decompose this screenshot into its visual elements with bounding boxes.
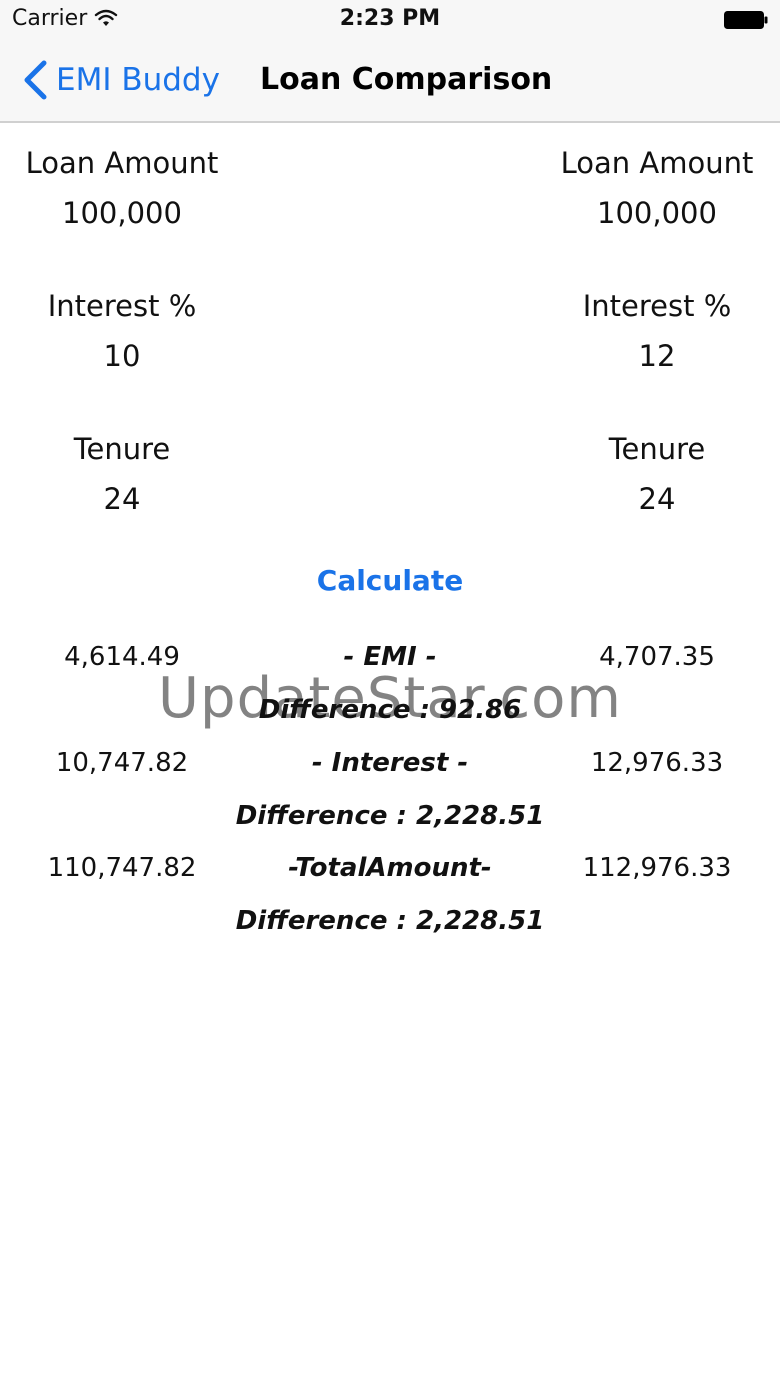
chevron-left-icon bbox=[24, 60, 47, 100]
clock: 2:23 PM bbox=[339, 6, 441, 31]
right-loan-amount-group: Loan Amount 100,000 bbox=[532, 146, 780, 230]
battery-icon bbox=[724, 11, 768, 29]
left-tenure-group: Tenure 24 bbox=[0, 432, 247, 516]
navigation-bar: EMI Buddy Loan Comparison bbox=[0, 40, 780, 123]
right-interest-value: 12,976.33 bbox=[590, 748, 724, 778]
left-interest-label: Interest % bbox=[47, 289, 197, 323]
status-bar: Carrier 2:23 PM bbox=[0, 0, 780, 40]
back-button[interactable]: EMI Buddy bbox=[22, 58, 220, 102]
right-interest-group: Interest % 12 bbox=[532, 289, 780, 373]
total-amount-label: -TotalAmount- bbox=[288, 853, 492, 883]
left-interest-field[interactable]: 10 bbox=[0, 339, 247, 373]
left-total-value: 110,747.82 bbox=[47, 853, 197, 883]
back-button-label: EMI Buddy bbox=[56, 62, 220, 98]
right-emi-value: 4,707.35 bbox=[599, 642, 715, 672]
interest-label: - Interest - bbox=[311, 748, 469, 778]
left-tenure-field[interactable]: 24 bbox=[0, 482, 247, 516]
left-emi-value: 4,614.49 bbox=[64, 642, 180, 672]
right-total-value: 112,976.33 bbox=[582, 853, 732, 883]
total-difference: Difference : 2,228.51 bbox=[235, 906, 545, 936]
right-loan-amount-field[interactable]: 100,000 bbox=[532, 196, 780, 230]
emi-label: - EMI - bbox=[343, 642, 437, 672]
right-tenure-group: Tenure 24 bbox=[532, 432, 780, 516]
left-interest-group: Interest % 10 bbox=[0, 289, 247, 373]
right-loan-amount-label: Loan Amount bbox=[560, 146, 754, 180]
left-interest-value: 10,747.82 bbox=[55, 748, 189, 778]
right-interest-field[interactable]: 12 bbox=[532, 339, 780, 373]
emi-difference: Difference : 92.86 bbox=[258, 695, 522, 725]
left-tenure-label: Tenure bbox=[73, 432, 171, 466]
left-loan-amount-field[interactable]: 100,000 bbox=[0, 196, 247, 230]
left-loan-amount-label: Loan Amount bbox=[25, 146, 219, 180]
right-interest-label: Interest % bbox=[582, 289, 732, 323]
right-tenure-field[interactable]: 24 bbox=[532, 482, 780, 516]
right-tenure-label: Tenure bbox=[608, 432, 706, 466]
calculate-button[interactable]: Calculate bbox=[0, 564, 780, 597]
page-title: Loan Comparison bbox=[260, 62, 553, 97]
left-loan-amount-group: Loan Amount 100,000 bbox=[0, 146, 247, 230]
interest-difference: Difference : 2,228.51 bbox=[235, 801, 545, 831]
